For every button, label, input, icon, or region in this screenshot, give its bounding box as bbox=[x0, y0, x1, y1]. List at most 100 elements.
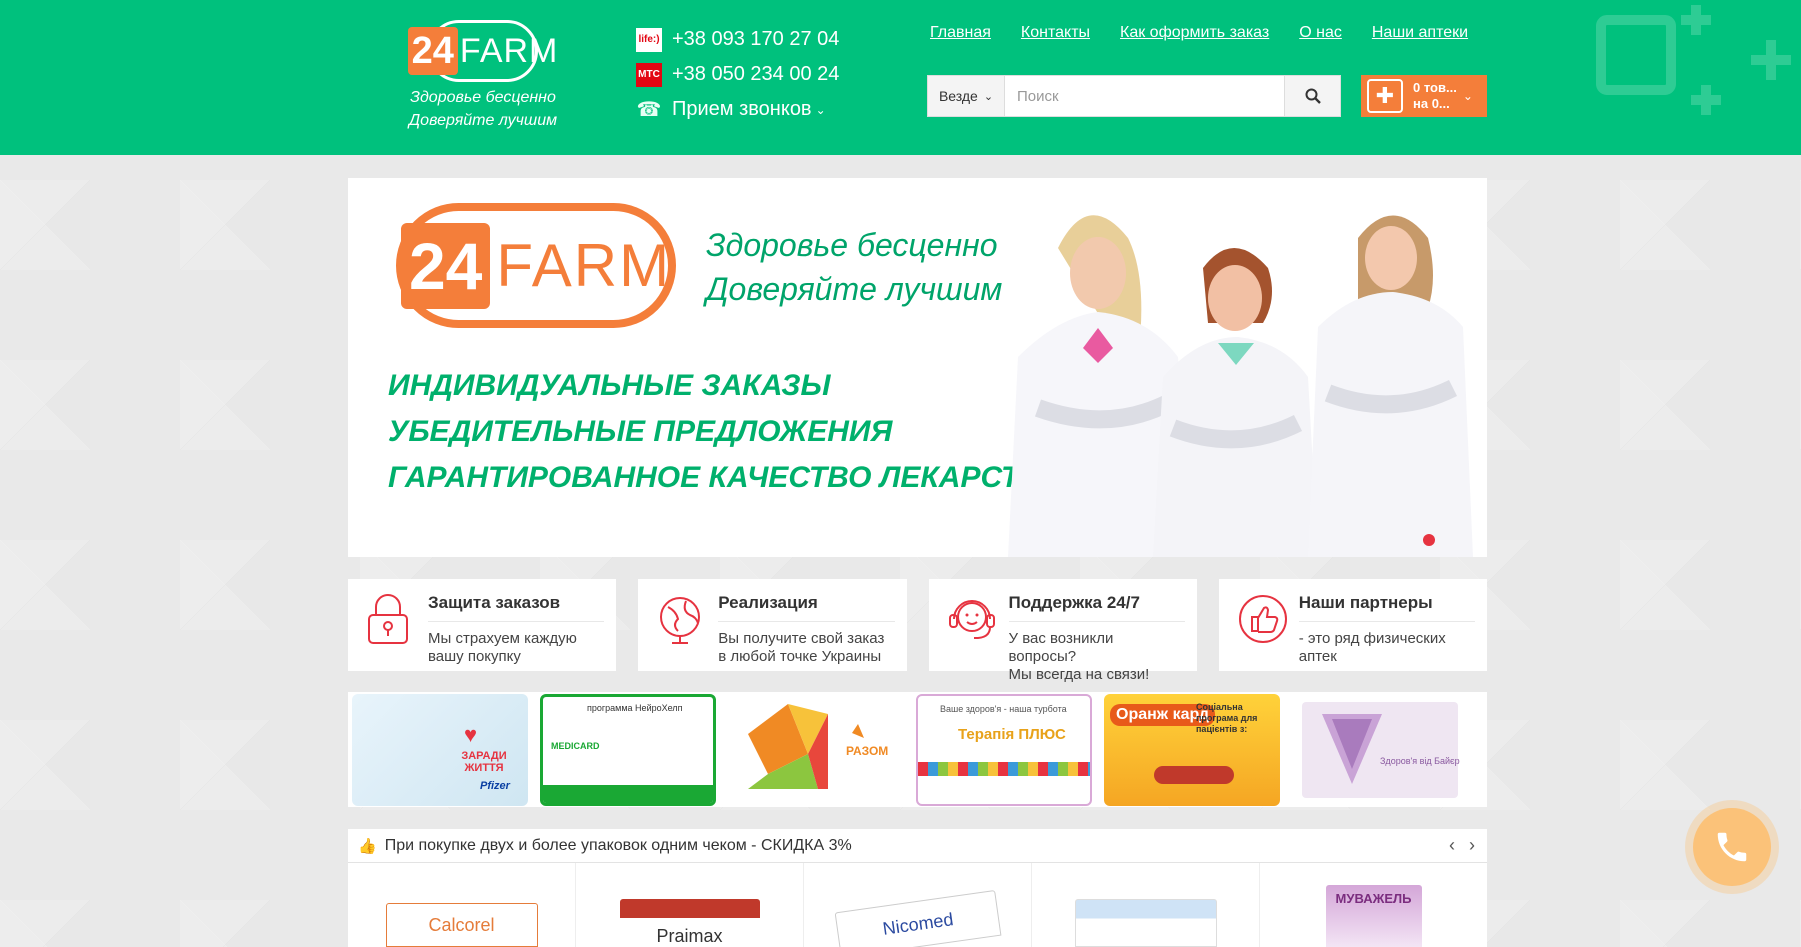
feature-desc-line: - это ряд физических bbox=[1298, 630, 1446, 647]
banner-line-3: ГАРАНТИРОВАННОЕ КАЧЕСТВО ЛЕКАРСТВ bbox=[388, 461, 1041, 494]
partner-extra: Соціальна програма для пацієнтів з: bbox=[1196, 701, 1258, 734]
partner-cards: ♥ ЗАРАДИ ЖИТТЯ Pfizer программа НейроХел… bbox=[348, 692, 1487, 807]
product-card[interactable]: Calcorel bbox=[348, 863, 576, 947]
product-box: Praimax bbox=[619, 899, 760, 947]
features-row: Защита заказов Мы страхуем каждую вашу п… bbox=[348, 579, 1487, 683]
site-header: 24 FARM Здоровье бесценно Доверяйте лучш… bbox=[0, 0, 1801, 155]
partner-name: РАЗОМ bbox=[846, 743, 889, 758]
product-box bbox=[1074, 899, 1217, 947]
feature-description: Вы получите свой заказ в любой точке Укр… bbox=[718, 630, 894, 666]
partner-card-zarady-zhyttia[interactable]: ♥ ЗАРАДИ ЖИТТЯ Pfizer bbox=[352, 693, 528, 806]
top-nav: Главная Контакты Как оформить заказ О на… bbox=[930, 24, 1468, 42]
logo-slogan-2: Доверяйте лучшим bbox=[408, 112, 558, 129]
logo-word: FARM bbox=[459, 31, 559, 70]
banner-logo: 24 FARM bbox=[396, 203, 676, 328]
banner-logo-word: FARM bbox=[496, 232, 672, 299]
partner-extra: Pfizer bbox=[480, 779, 510, 792]
site-logo[interactable]: 24 FARM Здоровье бесценно Доверяйте лучш… bbox=[407, 20, 558, 135]
banner-line-1: ИНДИВИДУАЛЬНЫЕ ЗАКАЗЫ bbox=[388, 369, 831, 402]
headset-icon bbox=[948, 600, 995, 639]
thumbs-up-icon: 👍 bbox=[358, 837, 377, 855]
chevron-down-icon: ⌄ bbox=[1462, 89, 1473, 103]
partner-card-medicard[interactable]: программа НейроХелп MEDICARD bbox=[540, 693, 716, 806]
promo-bar: 👍 При покупке двух и более упаковок одни… bbox=[348, 829, 1487, 863]
phone-icon bbox=[1717, 832, 1747, 862]
search-scope-value: Везде bbox=[938, 88, 978, 104]
feature-desc-line: в любой точке Украины bbox=[718, 648, 882, 665]
partner-card-orange-card[interactable]: Оранж кард Соціальна програма для пацієн… bbox=[1104, 693, 1280, 806]
chevron-right-icon[interactable]: › bbox=[1469, 835, 1475, 856]
feature-card-support: Поддержка 24/7 У вас возникли вопросы? М… bbox=[928, 579, 1197, 683]
feature-description: У вас возникли вопросы? Мы всегда на свя… bbox=[1009, 630, 1185, 684]
partner-card-bayer[interactable]: Здоров'я від Байєр bbox=[1292, 693, 1468, 806]
carousel-arrows: ‹ › bbox=[1449, 835, 1475, 856]
search-button[interactable] bbox=[1285, 75, 1341, 117]
medkit-icon: ✚ bbox=[1367, 79, 1403, 113]
cart-button[interactable]: ✚ 0 тов... на 0... ⌄ bbox=[1361, 75, 1487, 117]
feature-desc-line: вашу покупку bbox=[428, 648, 521, 665]
chevron-down-icon: ⌄ bbox=[983, 90, 994, 103]
calls-dropdown[interactable]: ☎ Прием звонков ⌄ bbox=[636, 92, 896, 127]
nav-link-pharmacies[interactable]: Наши аптеки bbox=[1372, 24, 1468, 42]
feature-description: - это ряд физических аптек bbox=[1299, 630, 1475, 666]
product-box: Calcorel bbox=[385, 903, 538, 947]
feature-desc-line: Вы получите свой заказ bbox=[718, 630, 885, 647]
partner-card-razom[interactable]: РАЗОМ bbox=[728, 693, 904, 806]
banner-logo-number: 24 bbox=[400, 222, 491, 309]
product-card[interactable]: МУВАЖЕЛЬ bbox=[1260, 863, 1487, 947]
phone-mts[interactable]: МТС +38 050 234 00 24 bbox=[636, 57, 896, 92]
partner-name: ЗАРАДИ ЖИТТЯ bbox=[461, 749, 507, 774]
nav-link-contacts[interactable]: Контакты bbox=[1021, 24, 1090, 42]
product-box: МУВАЖЕЛЬ bbox=[1325, 885, 1422, 947]
partner-name: Терапія ПЛЮС bbox=[958, 725, 1066, 743]
logo-pill: 24 FARM bbox=[407, 20, 557, 82]
cart-items: 0 тов... bbox=[1413, 80, 1457, 95]
feature-card-partners: Наши партнеры - это ряд физических аптек bbox=[1218, 579, 1487, 671]
feature-desc-line: У вас возникли вопросы? bbox=[1008, 630, 1114, 665]
product-card[interactable]: Praimax bbox=[576, 863, 804, 947]
thumbs-up-icon bbox=[1238, 595, 1287, 643]
partner-card-terapia-plus[interactable]: Ваше здоров'я - наша турбота Терапія ПЛЮ… bbox=[916, 693, 1092, 806]
partner-name: MEDICARD bbox=[551, 740, 600, 751]
phone-life[interactable]: life:) +38 093 170 27 04 bbox=[636, 22, 896, 57]
lock-icon bbox=[368, 594, 408, 644]
feature-desc-line: Мы страхуем каждую bbox=[428, 630, 577, 647]
nav-link-how-to-order[interactable]: Как оформить заказ bbox=[1120, 24, 1269, 42]
heart-icon: ♥ bbox=[464, 721, 478, 747]
mts-operator-icon: МТС bbox=[636, 62, 662, 87]
logo-slogan-1: Здоровье бесценно bbox=[410, 89, 556, 106]
cart-total: на 0... bbox=[1413, 96, 1450, 111]
feature-card-protection: Защита заказов Мы страхуем каждую вашу п… bbox=[348, 579, 617, 671]
nav-link-home[interactable]: Главная bbox=[930, 24, 991, 42]
phone-number: +38 093 170 27 04 bbox=[672, 28, 840, 50]
product-box: Nicomed bbox=[834, 889, 1001, 947]
callback-button[interactable] bbox=[1693, 808, 1771, 886]
product-carousel: Calcorel Praimax Nicomed МУВАЖЕЛЬ bbox=[348, 863, 1487, 947]
life-operator-icon: life:) bbox=[636, 27, 662, 52]
promo-text: При покупке двух и более упаковок одним … bbox=[384, 836, 852, 854]
banner-headlines: ИНДИВИДУАЛЬНЫЕ ЗАКАЗЫ УБЕДИТЕЛЬНЫЕ ПРЕДЛ… bbox=[388, 363, 1041, 501]
search-scope-select[interactable]: Везде ⌄ bbox=[927, 75, 1005, 117]
phone-list: life:) +38 093 170 27 04 МТС +38 050 234… bbox=[636, 22, 896, 127]
slider-dot-active[interactable] bbox=[1423, 534, 1435, 546]
feature-desc-line: Мы всегда на связи! bbox=[1008, 666, 1150, 683]
chevron-left-icon[interactable]: ‹ bbox=[1449, 835, 1455, 856]
phone-number: +38 050 234 00 24 bbox=[672, 63, 840, 85]
cart-summary: 0 тов... на 0... bbox=[1413, 80, 1457, 112]
hero-banner[interactable]: 24 FARM Здоровье бесценно Доверяйте лучш… bbox=[348, 178, 1487, 557]
search-input[interactable] bbox=[1005, 75, 1285, 117]
logo-number: 24 bbox=[407, 27, 458, 75]
feature-desc-line: аптек bbox=[1298, 648, 1337, 665]
partner-extra: программа НейроХелп bbox=[587, 702, 683, 713]
nav-link-about[interactable]: О нас bbox=[1299, 24, 1342, 42]
feature-title: Наши партнеры bbox=[1298, 593, 1475, 622]
partner-name: Здоров'я від Байєр bbox=[1380, 755, 1460, 766]
globe-icon bbox=[660, 597, 701, 644]
doctors-photo bbox=[1008, 215, 1473, 557]
feature-title: Поддержка 24/7 bbox=[1008, 593, 1185, 622]
partner-extra: Ваше здоров'я - наша турбота bbox=[940, 703, 1067, 714]
calls-label: Прием звонков bbox=[672, 98, 812, 120]
product-card[interactable] bbox=[1032, 863, 1260, 947]
product-card[interactable]: Nicomed bbox=[804, 863, 1032, 947]
bayer-triangle-graphic bbox=[1322, 713, 1382, 784]
